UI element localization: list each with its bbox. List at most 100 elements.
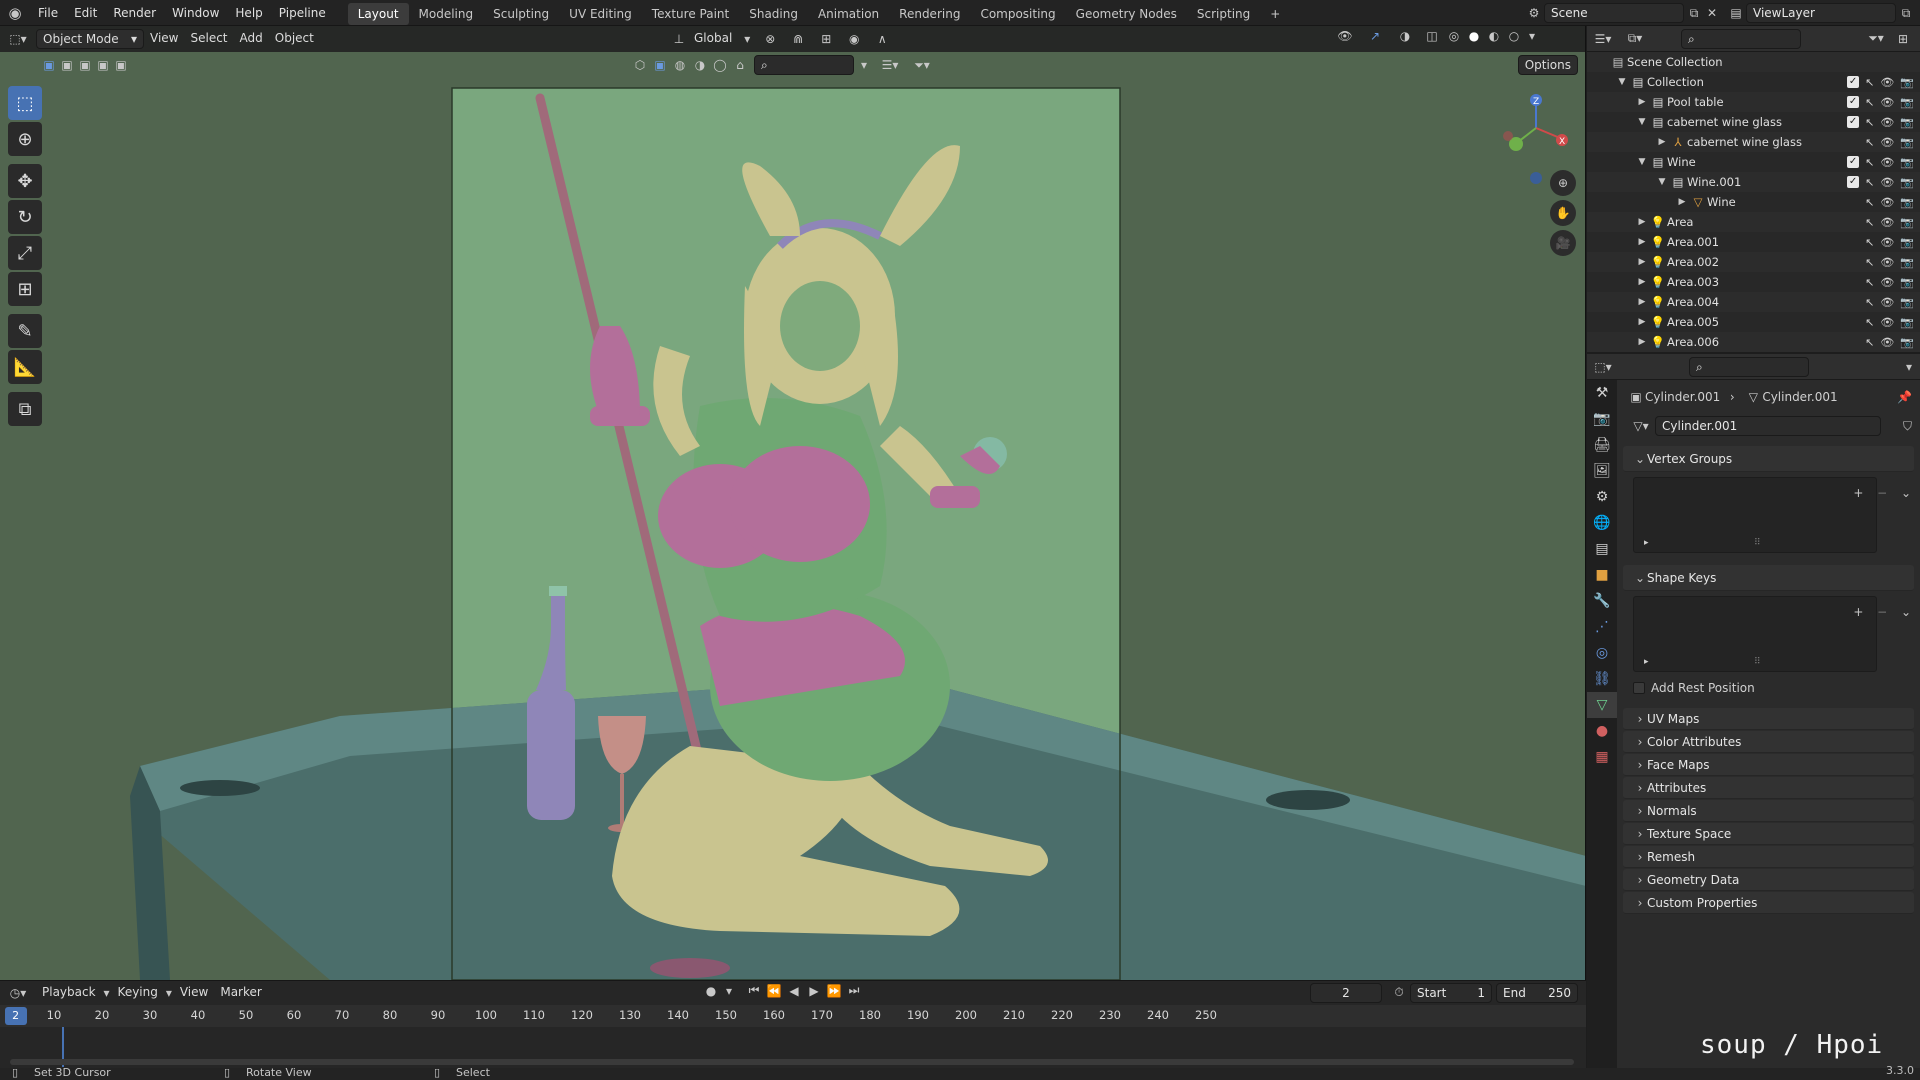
menu-view[interactable]: View [144, 29, 184, 49]
eye-icon[interactable]: 👁 [1880, 316, 1894, 329]
chevron-down-icon[interactable]: ▾ [1524, 29, 1540, 43]
menu-render[interactable]: Render [105, 0, 164, 26]
outliner-search-input[interactable]: ⌕ [1681, 28, 1801, 49]
3d-viewport[interactable]: ⬚▾ Object Mode ▾ View Select Add Object … [0, 26, 1586, 980]
select-difference-icon[interactable]: ▣ [94, 58, 112, 72]
outliner-row[interactable]: ▶ ▽ Wine ↖ 👁 📷 [1587, 192, 1920, 212]
outliner-row[interactable]: ▶ 💡 Area ↖ 👁 📷 [1587, 212, 1920, 232]
expand-triangle-icon[interactable]: ▸ [1644, 538, 1649, 548]
eye-icon[interactable]: 👁 [1880, 256, 1894, 269]
outliner-row[interactable]: ▶ 💡 Area.006 ↖ 👁 📷 [1587, 332, 1920, 352]
outliner-row[interactable]: ▶ 💡 Area.004 ↖ 👁 📷 [1587, 292, 1920, 312]
scene-tab-icon[interactable]: ⚙ [1587, 484, 1617, 510]
menu-add[interactable]: Add [234, 29, 269, 49]
expand-right-icon[interactable]: ▶ [1635, 237, 1649, 247]
menu-marker[interactable]: Marker [214, 983, 267, 1003]
camera-render-icon[interactable]: 📷 [1900, 176, 1914, 189]
shape-keys-list[interactable]: ▸ ⠿ [1633, 596, 1877, 672]
world-tab-icon[interactable]: 🌐 [1587, 510, 1617, 536]
outliner-row[interactable]: ▼ ▤ Wine.001 ✓ ↖ 👁 📷 [1587, 172, 1920, 192]
add-icon[interactable]: + [1848, 602, 1868, 622]
menu-view[interactable]: View [174, 983, 214, 1003]
add-workspace-button[interactable]: + [1260, 3, 1290, 25]
data-tab-icon[interactable]: ▽ [1587, 692, 1617, 718]
camera-render-icon[interactable]: 📷 [1900, 256, 1914, 269]
record-icon[interactable]: ● [700, 984, 722, 998]
visibility-icon[interactable]: 👁 [1330, 29, 1360, 43]
expand-right-icon[interactable]: ▶ [1655, 137, 1669, 147]
blender-logo-icon[interactable]: ◉ [0, 4, 30, 22]
eye-icon[interactable]: 👁 [1880, 176, 1894, 189]
expand-right-icon[interactable]: ▶ [1635, 217, 1649, 227]
wireframe-shading-icon[interactable]: ◎ [1444, 29, 1464, 43]
tab-compositing[interactable]: Compositing [970, 3, 1065, 25]
stopwatch-icon[interactable]: ⏱ [1390, 985, 1408, 1000]
tab-modeling[interactable]: Modeling [409, 3, 484, 25]
object-mode-dropdown[interactable]: Object Mode ▾ [36, 29, 144, 49]
particles-tab-icon[interactable]: ⋰ [1587, 614, 1617, 640]
panel-uv-maps[interactable]: › UV Maps [1623, 708, 1914, 730]
outliner-row[interactable]: ▶ 💡 Area.001 ↖ 👁 📷 [1587, 232, 1920, 252]
expand-right-icon[interactable]: ▶ [1635, 257, 1649, 267]
selectable-icon[interactable]: ↖ [1865, 176, 1874, 189]
selectable-icon[interactable]: ↖ [1865, 116, 1874, 129]
mesh-browse-icon[interactable]: ▽▾ [1627, 419, 1655, 433]
filter-sphere-icon[interactable]: ◍ [670, 58, 690, 72]
editor-type-icon[interactable]: ⬚▾ [1587, 360, 1619, 374]
panel-remesh[interactable]: › Remesh [1623, 846, 1914, 868]
exclude-checkbox[interactable]: ✓ [1847, 95, 1860, 108]
material-tab-icon[interactable]: ● [1587, 718, 1617, 744]
annotate-tool[interactable]: ✎ [8, 314, 42, 348]
camera-render-icon[interactable]: 📷 [1900, 216, 1914, 229]
selectable-icon[interactable]: ↖ [1865, 236, 1874, 249]
tab-rendering[interactable]: Rendering [889, 3, 970, 25]
selectable-icon[interactable]: ↖ [1865, 76, 1874, 89]
expand-right-icon[interactable]: ▶ [1635, 317, 1649, 327]
outliner-row[interactable]: ▼ ▤ Wine ✓ ↖ 👁 📷 [1587, 152, 1920, 172]
eye-icon[interactable]: 👁 [1880, 116, 1894, 129]
render-tab-icon[interactable]: 📷 [1587, 406, 1617, 432]
selectable-icon[interactable]: ↖ [1865, 336, 1874, 349]
chevron-down-icon[interactable]: ▾ [722, 984, 736, 998]
editor-type-icon[interactable]: ◷▾ [0, 986, 36, 1000]
selectable-icon[interactable]: ↖ [1865, 156, 1874, 169]
outliner-row[interactable]: ▶ ▤ Pool table ✓ ↖ 👁 📷 [1587, 92, 1920, 112]
display-mode-icon[interactable]: ⧉▾ [1619, 31, 1651, 46]
panel-geometry-data[interactable]: › Geometry Data [1623, 869, 1914, 891]
eye-icon[interactable]: 👁 [1880, 216, 1894, 229]
camera-view-icon[interactable]: 🎥 [1550, 230, 1576, 256]
menu-edit[interactable]: Edit [66, 0, 105, 26]
selectable-icon[interactable]: ↖ [1865, 276, 1874, 289]
filter-world-icon[interactable]: ◯ [710, 58, 730, 72]
remove-icon[interactable]: − [1872, 483, 1892, 503]
tab-uv-editing[interactable]: UV Editing [559, 3, 642, 25]
frame-ruler[interactable]: 2 10 20 30 40 50 60 70 80 90 100 110 120 130 140 150 16… [0, 1005, 1586, 1027]
eye-icon[interactable]: 👁 [1880, 276, 1894, 289]
exclude-checkbox[interactable]: ✓ [1847, 175, 1860, 188]
move-tool[interactable]: ✥ [8, 164, 42, 198]
eye-icon[interactable]: 👁 [1880, 336, 1894, 349]
select-box-tool[interactable]: ⬚ [8, 86, 42, 120]
add-cube-tool[interactable]: ⧉ [8, 392, 42, 426]
outliner-row[interactable]: ▶ 💡 Area.005 ↖ 👁 📷 [1587, 312, 1920, 332]
menu-select[interactable]: Select [184, 29, 233, 49]
display-mode-icon[interactable]: ☰▾ [874, 58, 906, 72]
physics-tab-icon[interactable]: ◎ [1587, 640, 1617, 666]
texture-tab-icon[interactable]: ▦ [1587, 744, 1617, 770]
object-tab-icon[interactable]: ■ [1587, 562, 1617, 588]
expand-down-icon[interactable]: ▼ [1615, 77, 1629, 87]
menu-help[interactable]: Help [227, 0, 270, 26]
scene-selector[interactable]: ⚙ Scene ⧉ ✕ [1524, 3, 1720, 23]
camera-render-icon[interactable]: 📷 [1900, 296, 1914, 309]
material-shading-icon[interactable]: ◐ [1484, 29, 1504, 43]
outliner-row[interactable]: ▶ ⅄ cabernet wine glass ↖ 👁 📷 [1587, 132, 1920, 152]
mesh-name-field[interactable]: Cylinder.001 [1655, 416, 1881, 436]
outliner-row[interactable]: ▼ ▤ Collection ✓ ↖ 👁 📷 [1587, 72, 1920, 92]
new-collection-icon[interactable]: ⊞ [1892, 32, 1914, 46]
selectable-icon[interactable]: ↖ [1865, 256, 1874, 269]
selectable-icon[interactable]: ↖ [1865, 196, 1874, 209]
camera-render-icon[interactable]: 📷 [1900, 156, 1914, 169]
prev-keyframe-icon[interactable]: ⏪ [764, 984, 784, 998]
panel-texture-space[interactable]: › Texture Space [1623, 823, 1914, 845]
delete-scene-icon[interactable]: ✕ [1704, 6, 1720, 20]
